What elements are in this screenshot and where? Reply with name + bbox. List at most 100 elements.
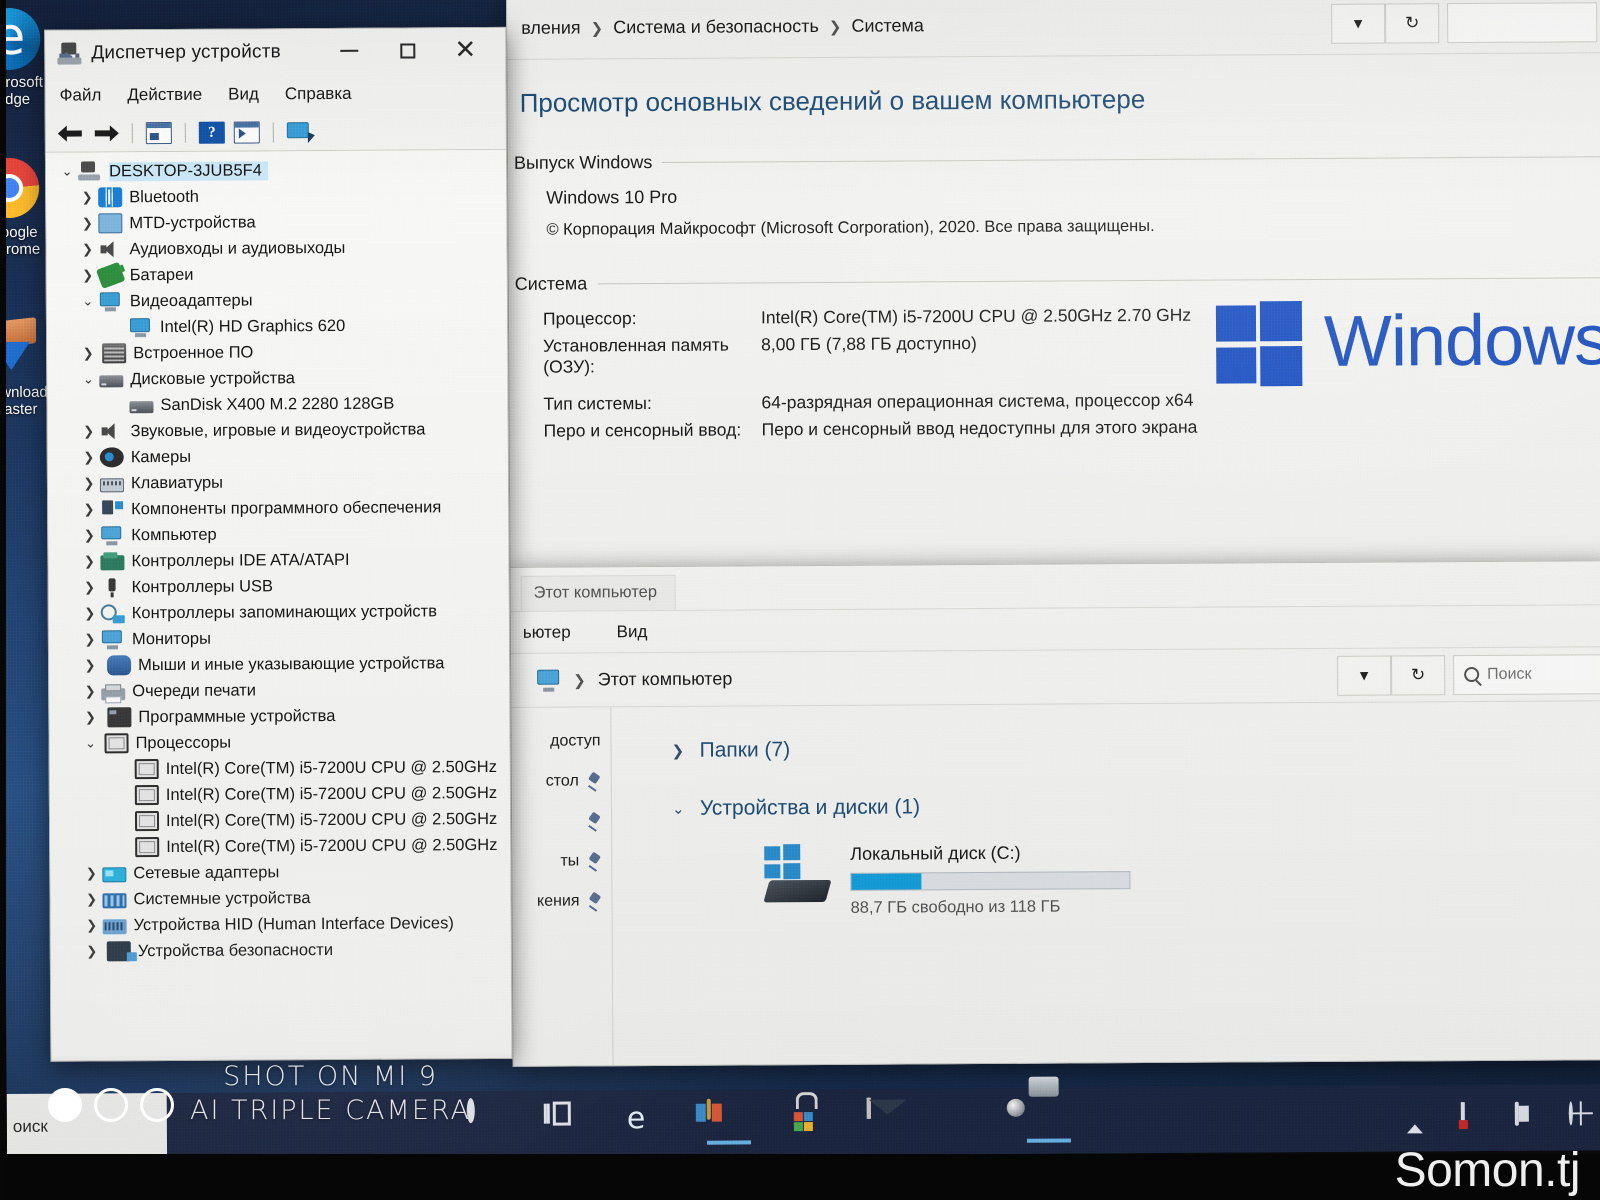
chevron-right-icon[interactable]: ❯: [78, 476, 100, 491]
chevron-right-icon[interactable]: ❯: [79, 580, 101, 595]
menu-item-help[interactable]: Справка: [285, 84, 352, 104]
chevron-right-icon[interactable]: ❯: [76, 190, 98, 205]
tree-item-intel-hd-graphics[interactable]: Intel(R) HD Graphics 620: [47, 312, 507, 341]
chevron-down-icon[interactable]: ▾: [1331, 3, 1386, 44]
chevron-down-icon[interactable]: ⌄: [79, 736, 101, 751]
sidebar-item[interactable]: кения: [512, 881, 611, 922]
tree-item-batteries[interactable]: ❯ Батареи: [47, 260, 507, 289]
chevron-right-icon[interactable]: ❯: [78, 554, 100, 569]
tree-item-hid[interactable]: ❯ Устройства HID (Human Interface Device…: [51, 910, 511, 939]
camera-app-icon[interactable]: [1026, 1098, 1071, 1143]
chevron-right-icon[interactable]: ❯: [77, 268, 99, 283]
chevron-up-icon[interactable]: [1406, 1104, 1437, 1134]
tree-item-cpu-core[interactable]: Intel(R) Core(TM) i5-7200U CPU @ 2.50GHz: [50, 780, 510, 809]
task-view-icon[interactable]: [543, 1101, 591, 1145]
tree-item-storage-controllers[interactable]: ❯ Контроллеры запоминающих устройств: [49, 598, 509, 627]
help-icon[interactable]: ?: [198, 121, 225, 144]
network-icon[interactable]: [286, 121, 315, 143]
chevron-right-icon[interactable]: ❯: [81, 944, 103, 959]
chevron-down-icon[interactable]: ⌄: [77, 294, 99, 309]
tree-item-software-components[interactable]: ❯ Компоненты программного обеспечения: [48, 494, 508, 523]
breadcrumb-segment-2[interactable]: Система и безопасность: [613, 16, 819, 38]
tree-item-keyboards[interactable]: ❯ Клавиатуры: [48, 468, 508, 497]
tree-item-processors[interactable]: ⌄ Процессоры: [49, 728, 509, 757]
tree-item-security-devices[interactable]: ❯ Устройства безопасности: [51, 936, 511, 965]
shopping-bag-icon[interactable]: [787, 1100, 831, 1144]
tree-item-cpu-core[interactable]: Intel(R) Core(TM) i5-7200U CPU @ 2.50GHz: [50, 832, 510, 861]
device-tree[interactable]: ⌄ DESKTOP-3JUB5F4 ❯ Bluetooth ❯ MTD-устр…: [45, 149, 512, 1057]
chevron-right-icon[interactable]: ❯: [79, 710, 101, 725]
tree-item-computer[interactable]: ❯ Компьютер: [48, 520, 508, 549]
chevron-down-icon[interactable]: ▾: [1337, 655, 1392, 696]
tree-item-cpu-core[interactable]: Intel(R) Core(TM) i5-7200U CPU @ 2.50GHz: [50, 754, 510, 783]
ribbon-tab-view[interactable]: Вид: [617, 622, 648, 642]
system-search-input[interactable]: [1447, 1, 1598, 43]
tree-item-usb-controllers[interactable]: ❯ Контроллеры USB: [49, 572, 509, 601]
breadcrumb[interactable]: ❯ Этот компьютер: [519, 664, 1337, 692]
menu-item-view[interactable]: Вид: [228, 84, 259, 104]
tree-item-ide-controllers[interactable]: ❯ Контроллеры IDE ATA/ATAPI: [48, 546, 508, 575]
sidebar-item[interactable]: ты: [512, 841, 611, 882]
tree-item-disk-drives[interactable]: ⌄ Дисковые устройства: [47, 364, 507, 393]
speaker-muted-icon[interactable]: [1460, 1102, 1491, 1132]
sidebar-item[interactable]: [512, 801, 611, 842]
cortana-icon[interactable]: [466, 1098, 511, 1146]
tree-item-monitors[interactable]: ❯ Мониторы: [49, 624, 509, 653]
chevron-right-icon[interactable]: ❯: [79, 632, 101, 647]
pin-icon[interactable]: [587, 853, 601, 869]
chevron-right-icon[interactable]: ❯: [78, 528, 100, 543]
drive-item-c[interactable]: Локальный диск (C:) 88,7 ГБ свободно из …: [760, 837, 1600, 918]
breadcrumb-segment-3[interactable]: Система: [851, 15, 924, 36]
sidebar-item[interactable]: стол: [512, 761, 611, 802]
chevron-right-icon[interactable]: ❯: [76, 242, 98, 257]
chevron-right-icon[interactable]: ❯: [81, 918, 103, 933]
chevron-right-icon[interactable]: ❯: [79, 684, 101, 699]
chevron-right-icon[interactable]: ❯: [80, 866, 102, 881]
pin-icon[interactable]: [587, 773, 601, 789]
sidebar-item[interactable]: доступ: [511, 721, 610, 762]
tree-item-print-queues[interactable]: ❯ Очереди печати: [49, 676, 509, 705]
chevron-right-icon[interactable]: ❯: [672, 742, 688, 760]
group-header-devices[interactable]: ⌄ Устройства и диски (1): [672, 791, 1600, 821]
menu-item-file[interactable]: Файл: [60, 85, 102, 105]
tree-item-network-adapters[interactable]: ❯ Сетевые адаптеры: [50, 858, 510, 887]
tree-item-root[interactable]: ⌄ DESKTOP-3JUB5F4: [46, 156, 506, 185]
group-header-folders[interactable]: ❯ Папки (7): [672, 733, 1600, 763]
tree-item-sandisk[interactable]: SanDisk X400 M.2 2280 128GB: [47, 390, 507, 419]
tree-item-audio[interactable]: ❯ Аудиовходы и аудиовыходы: [46, 234, 506, 263]
tree-item-system-devices[interactable]: ❯ Системные устройства: [50, 884, 510, 913]
scan-icon[interactable]: [233, 120, 260, 144]
store-app-icon[interactable]: [706, 1098, 752, 1145]
refresh-icon[interactable]: ↻: [1385, 2, 1440, 44]
properties-icon[interactable]: [145, 121, 172, 144]
chevron-right-icon[interactable]: ❯: [79, 606, 101, 621]
chevron-down-icon[interactable]: ⌄: [672, 800, 688, 818]
network-globe-icon[interactable]: [1568, 1101, 1599, 1131]
search-input[interactable]: Поиск: [1453, 653, 1600, 695]
chevron-right-icon[interactable]: ❯: [78, 502, 100, 517]
chevron-right-icon[interactable]: ❯: [77, 346, 99, 361]
chevron-right-icon[interactable]: ❯: [79, 658, 101, 673]
pin-icon[interactable]: [587, 813, 601, 829]
pin-icon[interactable]: [587, 893, 601, 909]
internet-explorer-icon[interactable]: [627, 1101, 671, 1145]
tree-item-mice[interactable]: ❯ Мыши и иные указывающие устройства: [49, 650, 509, 679]
ribbon-tab-computer[interactable]: ьютер: [523, 622, 571, 642]
mail-icon[interactable]: [866, 1097, 911, 1143]
tree-item-firmware[interactable]: ❯ Встроенное ПО: [47, 338, 507, 367]
tree-item-bluetooth[interactable]: ❯ Bluetooth: [46, 182, 506, 211]
maximize-button[interactable]: [381, 28, 433, 72]
breadcrumb-segment-1[interactable]: вления: [521, 17, 581, 38]
chevron-right-icon[interactable]: ❯: [78, 450, 100, 465]
office-icon[interactable]: [947, 1099, 991, 1143]
tree-item-mtd[interactable]: ❯ MTD-устройства: [46, 208, 506, 237]
tree-item-software-devices[interactable]: ❯ Программные устройства: [49, 702, 509, 731]
breadcrumb-segment-this-pc[interactable]: Этот компьютер: [598, 669, 733, 691]
tree-item-sound-video-game[interactable]: ❯ Звуковые, игровые и видеоустройства: [48, 416, 508, 445]
chevron-down-icon[interactable]: ⌄: [56, 164, 78, 179]
breadcrumb[interactable]: вления ❯ Система и безопасность ❯ Систем…: [517, 13, 1331, 39]
forward-arrow-icon[interactable]: [93, 123, 119, 143]
tree-item-cameras[interactable]: ❯ Камеры: [48, 442, 508, 471]
back-arrow-icon[interactable]: [58, 123, 84, 143]
close-button[interactable]: ✕: [439, 28, 491, 72]
